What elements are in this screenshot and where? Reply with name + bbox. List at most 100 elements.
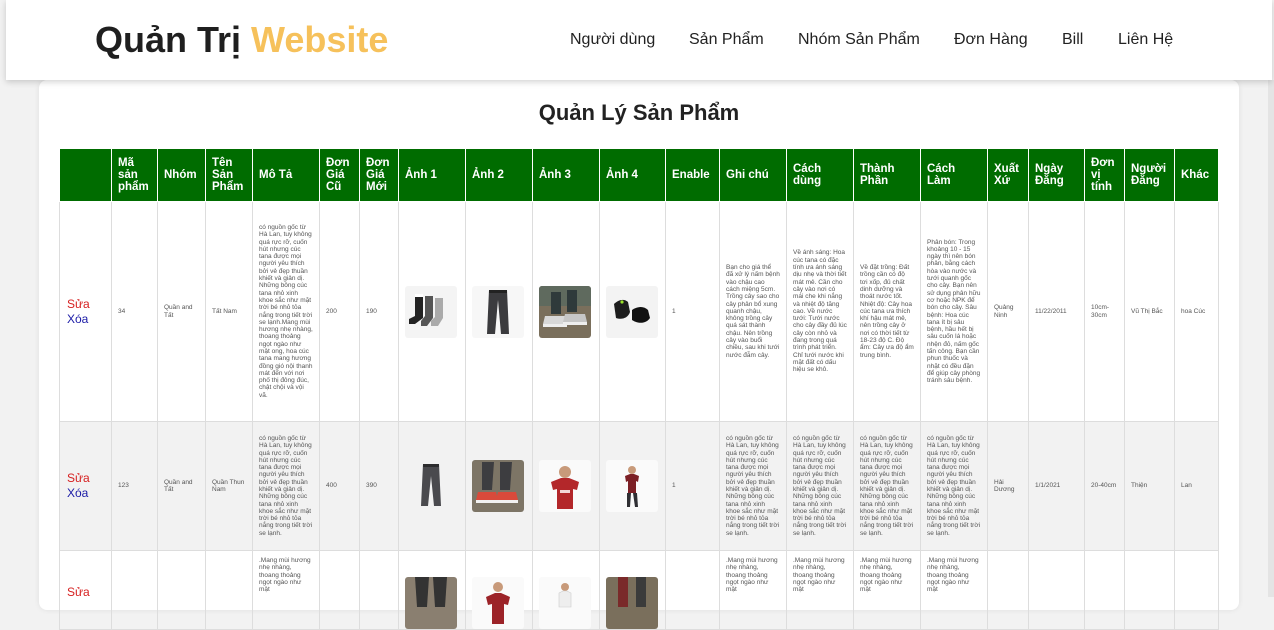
cell-author: Thiện	[1124, 421, 1175, 551]
cell-other: Lan	[1174, 421, 1219, 551]
brand-dark-text: Quản Trị	[95, 19, 242, 60]
cell-image4	[599, 421, 666, 551]
cell-date: 11/22/2011	[1028, 201, 1085, 422]
col-header-enable: Enable	[665, 148, 720, 202]
cell-image4	[599, 550, 666, 630]
col-header-actions	[59, 148, 112, 202]
cell-enable: 1	[665, 201, 720, 422]
col-header-note: Ghi chú	[719, 148, 787, 202]
cell-usage: .Mang mùi hương nhẹ nhàng, thoang thoảng…	[786, 550, 854, 630]
grey-pants-image	[405, 460, 457, 512]
cell-ingredients: có nguồn gốc từ Hà Lan, tuy không quá rự…	[853, 421, 921, 551]
table-header-row: Mã sản phẩm Nhóm Tên Sản Phẩm Mô Tả Đơn …	[59, 148, 1219, 202]
col-header-method: Cách Làm	[920, 148, 988, 202]
cell-image2	[465, 550, 533, 630]
nav-product-groups[interactable]: Nhóm Sản Phẩm	[798, 31, 920, 49]
cell-group: Quần and Tất	[157, 421, 206, 551]
cell-image2	[465, 421, 533, 551]
table-row: Sửa .Mang mùi hương nhẹ nhàng, thoang th…	[59, 550, 1219, 630]
cell-method: .Mang mùi hương nhẹ nhàng, thoang thoảng…	[920, 550, 988, 630]
delete-link[interactable]: Xóa	[67, 312, 105, 327]
cell-group: Quần and Tất	[157, 201, 206, 422]
cell-method: có nguồn gốc từ Hà Lan, tuy không quá rự…	[920, 421, 988, 551]
man-standing-image	[539, 577, 591, 629]
cell-old-price: 200	[319, 201, 360, 422]
cell-unit: 20-40cm	[1084, 421, 1125, 551]
nav-products[interactable]: Sản Phẩm	[689, 31, 764, 49]
cell-new-price: 190	[359, 201, 399, 422]
cell-group	[157, 550, 206, 630]
col-header-new-price: Đơn Giá Mới	[359, 148, 399, 202]
cell-image3	[532, 550, 600, 630]
cell-unit: 10cm-30cm	[1084, 201, 1125, 422]
edit-link[interactable]: Sửa	[67, 297, 105, 312]
cell-description: có nguồn gốc từ Hà Lan, tuy không quá rự…	[252, 201, 320, 422]
top-navbar: Quản Trị Website Người dùng Sản Phẩm Nhó…	[6, 0, 1272, 80]
cell-name	[205, 550, 253, 630]
actions-cell: Sửa	[59, 550, 112, 630]
socks-image	[405, 285, 457, 338]
col-header-date: Ngày Đăng	[1028, 148, 1085, 202]
cell-enable: 1	[665, 421, 720, 551]
cell-unit	[1084, 550, 1125, 630]
col-header-image2: Ảnh 2	[465, 148, 533, 202]
cell-origin: Quảng Ninh	[987, 201, 1029, 422]
cell-code: 123	[111, 421, 158, 551]
page-scrollbar[interactable]	[1268, 80, 1274, 597]
brand-logo[interactable]: Quản Trị Website	[95, 19, 388, 61]
cell-new-price: 390	[359, 421, 399, 551]
man-tshirt-image	[472, 577, 524, 629]
cell-date: 1/1/2021	[1028, 421, 1085, 551]
brand-accent-text: Website	[251, 19, 389, 60]
col-header-unit: Đơn vị tính	[1084, 148, 1125, 202]
cell-description: có nguồn gốc từ Hà Lan, tuy không quá rự…	[252, 421, 320, 551]
col-header-description: Mô Tả	[252, 148, 320, 202]
col-header-old-price: Đơn Giá Cũ	[319, 148, 360, 202]
legs-image	[606, 577, 658, 629]
actions-cell: Sửa Xóa	[59, 421, 112, 551]
col-header-other: Khác	[1174, 148, 1219, 202]
cell-note: Bạn cho giá thể đã xử lý nấm bệnh vào ch…	[719, 201, 787, 422]
nav-users[interactable]: Người dùng	[570, 31, 655, 49]
cell-enable	[665, 550, 720, 630]
edit-link[interactable]: Sửa	[67, 585, 105, 600]
cell-description: .Mang mùi hương nhẹ nhàng, thoang thoảng…	[252, 550, 320, 630]
nav-contact[interactable]: Liên Hệ	[1118, 31, 1173, 49]
col-header-image1: Ảnh 1	[398, 148, 466, 202]
cell-ingredients: .Mang mùi hương nhẹ nhàng, thoang thoảng…	[853, 550, 921, 630]
man-red-tshirt-image	[539, 460, 591, 512]
man-maroon-tshirt-image	[606, 460, 658, 512]
delete-link[interactable]: Xóa	[67, 486, 105, 501]
cell-method: Phân bón: Trong khoảng 10 - 15 ngày thì …	[920, 201, 988, 422]
nav-bill[interactable]: Bill	[1062, 31, 1083, 49]
edit-link[interactable]: Sửa	[67, 471, 105, 486]
cell-code	[111, 550, 158, 630]
col-header-ingredients: Thành Phần	[853, 148, 921, 202]
black-sneakers-image	[606, 285, 658, 338]
col-header-usage: Cách dùng	[786, 148, 854, 202]
nav-orders[interactable]: Đơn Hàng	[954, 31, 1028, 49]
cell-usage: Về ánh sáng: Hoa cúc tana có đặc tính ưa…	[786, 201, 854, 422]
cell-old-price	[319, 550, 360, 630]
content-card: Quản Lý Sản Phẩm Mã sản phẩm Nhóm Tên Sả…	[39, 80, 1239, 630]
actions-cell: Sửa Xóa	[59, 201, 112, 422]
cell-image4	[599, 201, 666, 422]
cell-note: có nguồn gốc từ Hà Lan, tuy không quá rự…	[719, 421, 787, 551]
col-header-name: Tên Sản Phẩm	[205, 148, 253, 202]
cell-origin	[987, 550, 1029, 630]
col-header-group: Nhóm	[157, 148, 206, 202]
products-table: Mã sản phẩm Nhóm Tên Sản Phẩm Mô Tả Đơn …	[59, 148, 1219, 630]
cell-name: Tất Nam	[205, 201, 253, 422]
cell-ingredients: Về đặt trồng: Đất trồng cần có độ tơi xố…	[853, 201, 921, 422]
cell-name: Quần Thun Nam	[205, 421, 253, 551]
cell-date	[1028, 550, 1085, 630]
col-header-author: Người Đăng	[1124, 148, 1175, 202]
cell-other	[1174, 550, 1219, 630]
cell-other: hoa Cúc	[1174, 201, 1219, 422]
col-header-image4: Ảnh 4	[599, 148, 666, 202]
model-pants-image	[405, 577, 457, 629]
cell-note: .Mang mùi hương nhẹ nhàng, thoang thoảng…	[719, 550, 787, 630]
cell-author	[1124, 550, 1175, 630]
cell-old-price: 400	[319, 421, 360, 551]
trousers-image	[472, 285, 524, 338]
